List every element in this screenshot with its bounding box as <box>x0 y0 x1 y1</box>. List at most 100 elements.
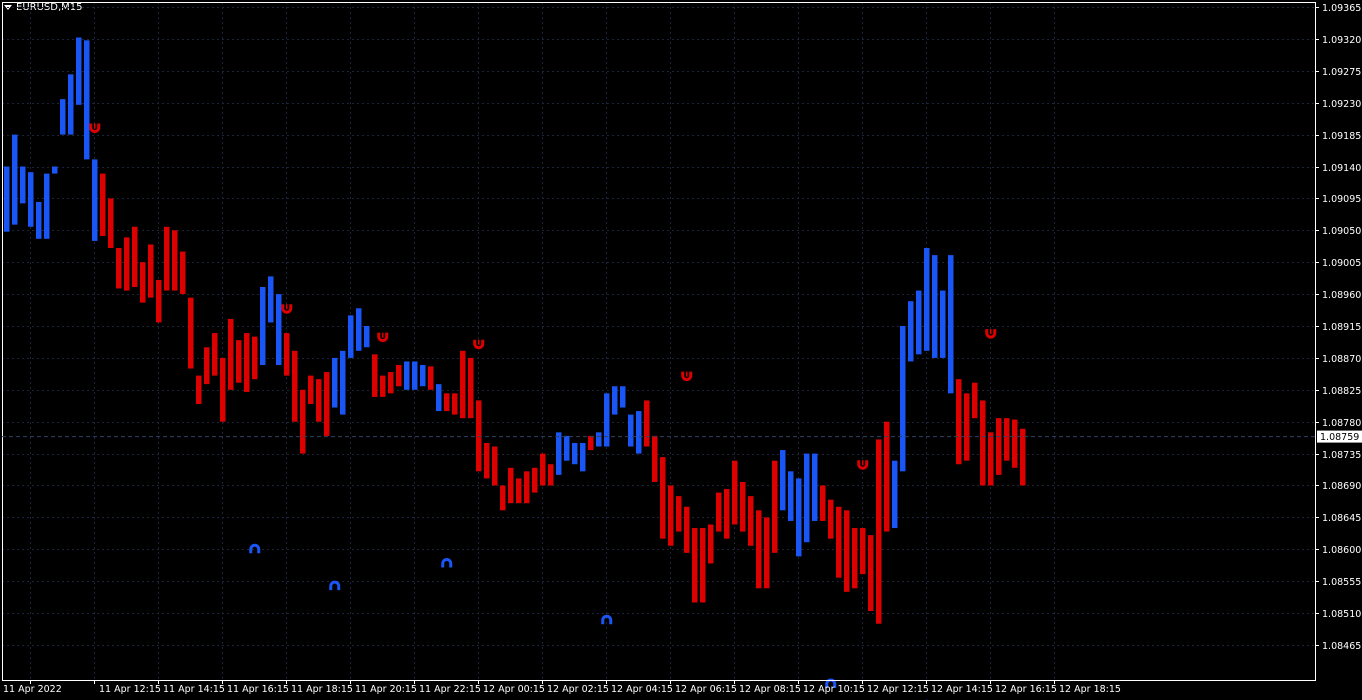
price-bar <box>172 230 178 291</box>
price-bar <box>500 485 506 511</box>
price-bar <box>908 301 914 362</box>
price-bar <box>92 159 98 241</box>
price-bar <box>836 506 842 578</box>
price-bar <box>1004 418 1010 461</box>
price-bar <box>764 517 770 589</box>
price-bar <box>636 411 642 454</box>
price-bar <box>76 37 82 105</box>
price-bar <box>852 528 858 589</box>
price-bar <box>180 251 186 295</box>
price-bar <box>596 432 602 447</box>
price-bar <box>492 446 498 486</box>
y-tick-label: 1.08780 <box>1322 418 1361 429</box>
price-bar <box>524 471 530 504</box>
x-tick-label: 11 Apr 16:15 <box>227 684 289 695</box>
price-bar <box>364 326 370 348</box>
price-bar <box>988 432 994 486</box>
price-bar <box>652 435 658 482</box>
price-bar <box>660 457 666 539</box>
y-tick-label: 1.08645 <box>1322 513 1361 524</box>
y-tick-label: 1.09005 <box>1322 258 1361 269</box>
sell-signal-icon <box>681 371 693 382</box>
sell-signal-icon <box>281 304 293 314</box>
price-bar <box>580 442 586 472</box>
price-bar <box>644 400 650 447</box>
price-bar <box>308 375 314 404</box>
price-bar <box>956 379 962 465</box>
y-tick-label: 1.09320 <box>1322 35 1361 46</box>
x-tick-label: 12 Apr 08:15 <box>739 684 801 695</box>
y-tick-label: 1.08690 <box>1322 481 1361 492</box>
price-bar <box>884 421 890 532</box>
price-bar <box>684 506 690 553</box>
price-bar <box>244 333 250 392</box>
price-bar <box>940 290 946 358</box>
x-tick-label: 11 Apr 20:15 <box>355 684 417 695</box>
buy-signal-icon <box>441 558 453 568</box>
price-bar <box>948 255 954 394</box>
price-bar <box>108 198 114 249</box>
y-tick-label: 1.09050 <box>1322 226 1361 237</box>
price-bar <box>996 418 1002 475</box>
y-tick-label: 1.09275 <box>1322 67 1361 78</box>
price-bar <box>516 478 522 504</box>
price-bar <box>972 382 978 419</box>
buy-signal-icon <box>249 543 261 554</box>
price-bar <box>60 99 66 135</box>
price-bar <box>548 464 554 486</box>
price-bar <box>132 226 138 288</box>
price-bar <box>260 287 266 365</box>
price-bar <box>188 297 194 369</box>
price-bar <box>628 414 634 447</box>
price-bar <box>276 294 282 365</box>
price-bar <box>484 442 490 479</box>
price-bar <box>436 384 442 412</box>
price-bar <box>292 350 298 422</box>
price-bar <box>876 439 882 624</box>
price-bar <box>252 336 258 380</box>
price-bar <box>268 276 274 323</box>
x-tick-label: 12 Apr 10:15 <box>803 684 865 695</box>
y-tick-label: 1.08735 <box>1322 450 1361 461</box>
price-bar <box>868 535 874 611</box>
price-bar <box>724 489 730 539</box>
price-bar <box>932 255 938 358</box>
price-bar <box>236 340 242 383</box>
sell-signal-icon <box>89 123 101 133</box>
x-tick-label: 11 Apr 14:15 <box>163 684 225 695</box>
price-bar <box>556 432 562 475</box>
price-bar <box>828 499 834 539</box>
price-bar <box>460 350 466 419</box>
price-bar <box>284 333 290 376</box>
price-bar <box>212 333 218 376</box>
price-bar <box>804 453 810 543</box>
price-bar <box>812 453 818 521</box>
price-bar <box>100 173 106 236</box>
y-tick-label: 1.08915 <box>1322 322 1361 333</box>
y-tick-label: 1.09185 <box>1322 131 1361 142</box>
price-bar <box>156 279 162 323</box>
price-bar <box>716 492 722 532</box>
y-tick-label: 1.08510 <box>1322 609 1361 620</box>
price-bar <box>564 435 570 461</box>
price-bar <box>340 350 346 415</box>
price-bar <box>316 379 322 422</box>
price-bars <box>4 37 1026 624</box>
plot-frame <box>2 2 1316 681</box>
price-bar <box>12 134 18 225</box>
price-bar <box>52 166 58 174</box>
price-bar <box>204 347 210 385</box>
price-bar <box>508 467 514 504</box>
price-bar <box>36 201 42 239</box>
price-bar <box>892 460 898 529</box>
price-chart[interactable]: 1.09365 1.09320 1.09275 1.09230 1.09185 1.091… <box>0 0 1362 700</box>
price-bar <box>924 248 930 351</box>
x-tick-label: 11 Apr 22:15 <box>419 684 481 695</box>
price-bar <box>572 442 578 465</box>
price-bar <box>620 386 626 408</box>
y-tick-label: 1.08870 <box>1322 354 1361 365</box>
price-bar <box>700 528 706 603</box>
sell-signal-icon <box>473 339 485 350</box>
price-bar <box>476 400 482 472</box>
price-bar <box>404 361 410 390</box>
